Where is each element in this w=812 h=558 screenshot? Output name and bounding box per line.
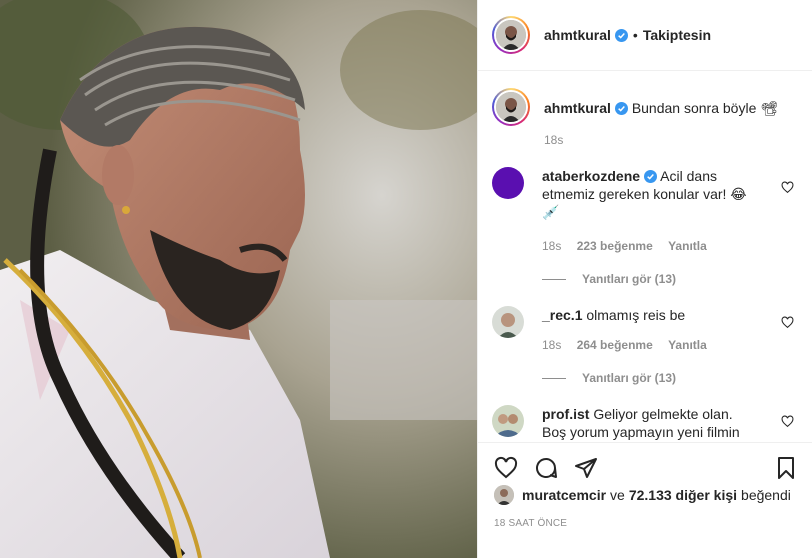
- comment-heart-icon[interactable]: [781, 181, 794, 194]
- post-header: ahmtkural • Takiptesin: [478, 0, 812, 71]
- share-icon[interactable]: [574, 456, 598, 480]
- follow-status-button[interactable]: Takiptesin: [643, 27, 711, 43]
- author-avatar[interactable]: [492, 16, 530, 54]
- caption-time[interactable]: 18s: [544, 133, 778, 147]
- post-photo[interactable]: [0, 0, 477, 558]
- likes-suffix: beğendi: [741, 487, 791, 503]
- commenter-username[interactable]: prof.ist: [542, 406, 589, 422]
- comment-time[interactable]: 18s: [542, 338, 561, 352]
- comment-heart-icon[interactable]: [781, 415, 794, 428]
- liker-avatar[interactable]: [494, 485, 514, 505]
- comment-item: prof.ist Geliyor gelmekte olan. Boş yoru…: [492, 405, 796, 441]
- verified-badge-icon: [614, 28, 628, 42]
- commenter-username[interactable]: _rec.1: [542, 307, 582, 323]
- likes-others[interactable]: 72.133 diğer kişi: [629, 487, 737, 503]
- comment-time[interactable]: 18s: [542, 239, 561, 253]
- reply-button[interactable]: Yanıtla: [668, 338, 707, 352]
- reply-button[interactable]: Yanıtla: [668, 239, 707, 253]
- view-replies-button[interactable]: Yanıtları gör (13): [542, 272, 796, 286]
- comment-item: _rec.1 olmamış reis be 18s 264 beğenme Y…: [492, 306, 796, 352]
- commenter-avatar[interactable]: [492, 405, 524, 437]
- verified-badge-icon: [614, 102, 628, 115]
- comment-text: olmamış reis be: [586, 307, 686, 323]
- caption-username[interactable]: ahmtkural: [544, 100, 611, 116]
- header-separator: •: [632, 27, 638, 43]
- commenter-username[interactable]: ataberkozdene: [542, 168, 640, 184]
- post-photo-illustration: [0, 0, 477, 558]
- comment-likes[interactable]: 264 beğenme: [577, 338, 653, 352]
- comments-list[interactable]: ahmtkural Bundan sonra böyle 📽 18s atabe…: [478, 72, 812, 442]
- caption-author-avatar[interactable]: [492, 88, 530, 126]
- commenter-avatar[interactable]: [492, 306, 524, 338]
- post-side-panel: ahmtkural • Takiptesin ahmtkural Bundan …: [477, 0, 812, 558]
- verified-badge-icon: [644, 170, 658, 183]
- comment-item: ataberkozdene Acil dans etmemiz gereken …: [492, 167, 796, 253]
- likes-connector: ve: [610, 487, 625, 503]
- liker-username[interactable]: muratcemcir: [522, 487, 606, 503]
- commenter-avatar[interactable]: [492, 167, 524, 199]
- author-avatar-image: [496, 20, 526, 50]
- posted-time[interactable]: 18 SAAT ÖNCE: [494, 518, 567, 529]
- heart-icon[interactable]: [494, 456, 518, 480]
- post-caption: ahmtkural Bundan sonra böyle 📽 18s: [492, 72, 796, 147]
- comment-likes[interactable]: 223 beğenme: [577, 239, 653, 253]
- view-replies-button[interactable]: Yanıtları gör (13): [542, 371, 796, 385]
- bookmark-icon[interactable]: [774, 456, 798, 480]
- comment-heart-icon[interactable]: [781, 316, 794, 329]
- comment-icon[interactable]: [534, 456, 558, 480]
- caption-text: Bundan sonra böyle 📽: [631, 100, 779, 116]
- author-username[interactable]: ahmtkural: [544, 27, 611, 43]
- likes-summary[interactable]: muratcemcir ve 72.133 diğer kişi beğendi: [494, 485, 798, 505]
